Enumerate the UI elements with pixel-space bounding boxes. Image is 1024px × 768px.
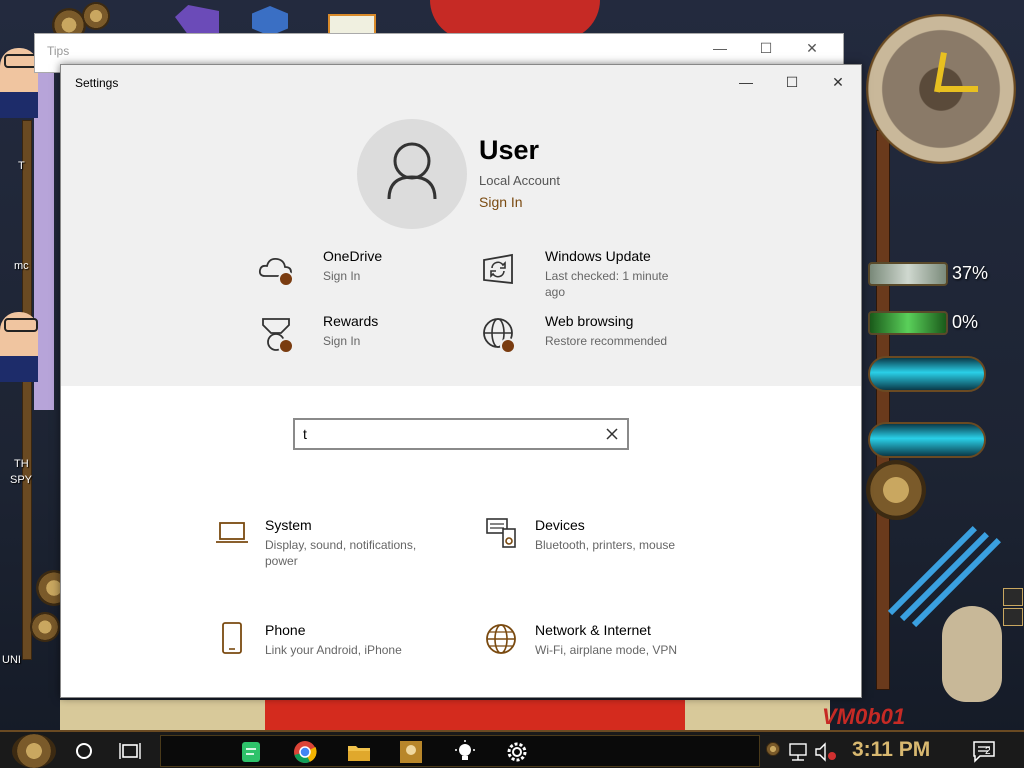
onedrive-title: OneDrive <box>323 248 383 264</box>
search-input[interactable] <box>303 424 593 444</box>
pinned-apps-bar <box>160 735 760 767</box>
wallpaper-right-pipe <box>876 130 890 690</box>
user-name: User <box>479 135 540 165</box>
devices-icon <box>486 518 516 548</box>
portrait-desktop-icon[interactable] <box>0 48 38 118</box>
notification-center-icon[interactable] <box>970 737 998 765</box>
network-title: Network & Internet <box>535 622 651 638</box>
user-icon <box>387 142 437 200</box>
rewards-subtitle: Sign In <box>323 334 361 348</box>
devices-subtitle: Bluetooth, printers, mouse <box>535 538 676 552</box>
gadget-console-button[interactable] <box>1003 608 1023 626</box>
tips-close-button[interactable]: ✕ <box>797 40 827 57</box>
devices-category[interactable]: Devices Bluetooth, printers, mouse <box>485 517 735 577</box>
web-browsing-tile[interactable]: Web browsing Restore recommended <box>479 313 699 373</box>
devices-title: Devices <box>535 517 585 533</box>
windows-update-subtitle: Last checked: 1 minute ago <box>545 269 669 299</box>
desktop-icon-label: mc <box>14 260 29 272</box>
network-tray-icon[interactable] <box>786 738 814 766</box>
gear-decoration <box>30 612 60 642</box>
wallpaper-text: VM0b01 <box>822 704 906 729</box>
onedrive-subtitle: Sign In <box>323 269 361 283</box>
phone-icon <box>222 622 242 654</box>
gear-decoration <box>866 460 926 520</box>
clear-icon[interactable] <box>603 425 621 443</box>
gear-decoration <box>766 742 780 756</box>
close-button[interactable]: ✕ <box>815 71 861 93</box>
phone-title: Phone <box>265 622 306 638</box>
memory-meter-value: 0% <box>952 312 979 332</box>
network-icon <box>486 624 516 654</box>
settings-window: Settings — ☐ ✕ User Local Account Sign I… <box>60 64 862 698</box>
system-title: System <box>265 517 312 533</box>
rewards-tile[interactable]: Rewards Sign In <box>257 313 477 373</box>
gadget-settings-button[interactable] <box>1003 588 1023 606</box>
cpu-meter-value: 37% <box>952 263 989 283</box>
virtualbox-desktop-icon[interactable] <box>252 6 288 36</box>
taskbar: 3:11 PM 2 <box>0 730 1024 768</box>
maximize-button[interactable]: ☐ <box>769 71 815 93</box>
desktop-icon-label: SPY <box>10 474 33 486</box>
network-subtitle: Wi-Fi, airplane mode, VPN <box>535 643 678 657</box>
settings-gear-icon[interactable] <box>503 738 531 766</box>
tips-icon[interactable] <box>451 738 479 766</box>
sign-in-link[interactable]: Sign In <box>479 194 523 210</box>
windows-update-tile[interactable]: Windows Update Last checked: 1 minute ag… <box>479 248 699 308</box>
system-subtitle: Display, sound, notifications, power <box>265 538 417 568</box>
network-category[interactable]: Network & Internet Wi-Fi, airplane mode,… <box>485 622 735 682</box>
phone-subtitle: Link your Android, iPhone <box>265 643 402 657</box>
status-badge <box>278 338 294 354</box>
portrait-desktop-icon[interactable] <box>0 312 38 382</box>
gear-decoration <box>82 2 110 30</box>
windows-update-title: Windows Update <box>545 248 651 264</box>
clock-time[interactable]: 3:11 PM <box>852 738 930 762</box>
phone-category[interactable]: Phone Link your Android, iPhone <box>215 622 465 682</box>
clock-minute-hand <box>938 86 978 92</box>
onedrive-tile[interactable]: OneDrive Sign In <box>257 248 477 308</box>
wallpaper-bottom-red <box>265 700 685 730</box>
avatar[interactable] <box>357 119 467 229</box>
tube-gadget <box>868 422 986 458</box>
desktop-icon-label: T <box>18 160 25 172</box>
settings-header: Settings — ☐ ✕ User Local Account Sign I… <box>61 65 861 386</box>
wallpaper-left-pipe <box>22 120 32 660</box>
desktop-icon-label: UNI <box>2 654 21 666</box>
web-browsing-subtitle: Restore recommended <box>545 334 668 348</box>
task-view-icon[interactable] <box>116 737 144 765</box>
window-title: Settings <box>75 76 119 90</box>
status-badge <box>500 338 516 354</box>
visual-studio-desktop-icon[interactable] <box>175 5 219 35</box>
minimize-button[interactable]: — <box>723 71 769 93</box>
tips-window-title: Tips <box>47 44 70 58</box>
file-explorer-icon[interactable] <box>345 738 373 766</box>
account-type: Local Account <box>479 173 560 188</box>
notification-count-badge: 2 <box>985 746 991 757</box>
chrome-icon[interactable] <box>291 738 319 766</box>
side-gadget-buttons <box>1003 588 1023 628</box>
tube-gadget <box>868 356 986 392</box>
rewards-title: Rewards <box>323 313 379 329</box>
memory-meter-bar <box>868 311 948 335</box>
search-icon[interactable] <box>70 737 98 765</box>
search-box[interactable] <box>293 418 629 450</box>
hamster-decoration <box>942 606 1002 702</box>
desktop-icon-label: TH <box>14 458 29 470</box>
laptop-icon <box>216 522 248 543</box>
update-icon <box>483 253 513 285</box>
game-icon[interactable] <box>397 738 425 766</box>
tips-maximize-button[interactable]: ☐ <box>751 40 781 57</box>
cpu-meter-bar <box>868 262 948 286</box>
web-browsing-title: Web browsing <box>545 313 634 329</box>
notes-icon[interactable] <box>237 738 265 766</box>
system-category[interactable]: System Display, sound, notifications, po… <box>215 517 465 577</box>
start-button[interactable] <box>12 734 56 768</box>
tips-minimize-button[interactable]: — <box>705 40 735 56</box>
status-badge <box>278 271 294 287</box>
volume-muted-icon[interactable] <box>812 738 840 766</box>
